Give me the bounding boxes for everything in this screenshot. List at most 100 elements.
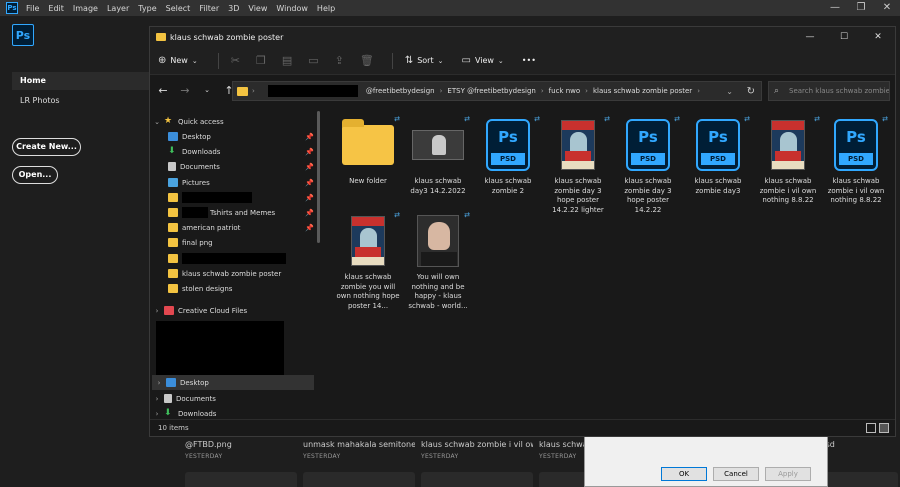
- nav-home[interactable]: Home: [12, 72, 150, 90]
- file-item[interactable]: Ps PSD ⇄ klaus schwab zombie i vil own not…: [824, 115, 888, 206]
- recent-name: klaus schwab zombie i vil own...: [421, 440, 533, 449]
- folder-icon: [168, 193, 178, 202]
- file-item[interactable]: ⇄ You will own nothing and be happy - kl…: [406, 211, 470, 311]
- open-button[interactable]: Open...: [12, 166, 58, 184]
- delete-icon[interactable]: 🗑: [360, 54, 374, 67]
- nav-stolen-designs[interactable]: stolen designs: [150, 281, 320, 296]
- rename-icon[interactable]: ▭: [308, 54, 318, 67]
- maximize-icon[interactable]: ☐: [827, 27, 861, 47]
- breadcrumb-item[interactable]: ETSY @freetibetbydesign: [447, 87, 535, 95]
- file-item[interactable]: Ps PSD ⇄ klaus schwab zombie day3: [686, 115, 751, 196]
- details-view-icon[interactable]: [866, 423, 876, 433]
- menu-type[interactable]: Type: [138, 4, 156, 13]
- nav-scrollbar[interactable]: [317, 111, 320, 243]
- file-item[interactable]: Ps PSD ⇄ klaus schwab zombie day 3 hope po…: [616, 115, 680, 215]
- ps-window-controls: — ❐ ✕: [822, 0, 900, 16]
- recent-thumbnail[interactable]: [185, 472, 297, 487]
- nav-desktop-2[interactable]: › Desktop: [152, 375, 314, 390]
- menu-view[interactable]: View: [248, 4, 267, 13]
- close-icon[interactable]: ✕: [874, 0, 900, 16]
- refresh-icon[interactable]: ↻: [747, 86, 755, 97]
- address-row: ← → ⌄ ↑ › @freetibetbydesign › ETSY @fre…: [150, 75, 895, 105]
- menu-help[interactable]: Help: [317, 4, 335, 13]
- new-button[interactable]: ⊕ New ⌄: [158, 55, 202, 66]
- create-new-button[interactable]: Create New...: [12, 138, 81, 156]
- minimize-icon[interactable]: —: [793, 27, 827, 47]
- view-button[interactable]: ▭ View ⌄: [461, 55, 507, 66]
- image-thumbnail: [412, 130, 464, 160]
- file-item[interactable]: ⇄ klaus schwab zombie day 3 hope poster …: [546, 115, 610, 215]
- chevron-right-icon[interactable]: ›: [150, 410, 164, 418]
- menu-3d[interactable]: 3D: [228, 4, 239, 13]
- sync-icon: ⇄: [674, 115, 680, 123]
- nav-documents[interactable]: Documents 📌: [150, 159, 320, 174]
- file-item[interactable]: ⇄ klaus schwab zombie you will own nothi…: [336, 211, 400, 311]
- recent-item[interactable]: klaus schwab zombie i vil own... YESTERD…: [421, 440, 533, 460]
- chevron-down-icon: ⌄: [437, 56, 444, 65]
- menu-select[interactable]: Select: [166, 4, 191, 13]
- menu-file[interactable]: File: [26, 4, 39, 13]
- search-input[interactable]: ⌕ Search klaus schwab zombie ...: [768, 81, 890, 101]
- recent-thumbnail[interactable]: [421, 472, 533, 487]
- breadcrumb-item[interactable]: klaus schwab zombie poster: [593, 87, 692, 95]
- menu-image[interactable]: Image: [73, 4, 98, 13]
- menu-filter[interactable]: Filter: [199, 4, 219, 13]
- nav-redacted-folder[interactable]: [150, 251, 320, 266]
- nav-documents-2[interactable]: › Documents: [150, 391, 320, 406]
- nav-creative-cloud[interactable]: › Creative Cloud Files: [150, 303, 320, 318]
- chevron-right-icon[interactable]: ›: [150, 395, 164, 403]
- menu-layer[interactable]: Layer: [107, 4, 129, 13]
- nav-quick-access[interactable]: ⌄ ★ Quick access: [150, 114, 320, 129]
- apply-button[interactable]: Apply: [765, 467, 811, 481]
- chevron-down-icon[interactable]: ⌄: [150, 118, 164, 126]
- address-dropdown-icon[interactable]: ⌄: [726, 87, 733, 96]
- recent-item[interactable]: unmask mahakala semitone s... YESTERDAY: [303, 440, 415, 460]
- recent-locations-chevron-icon[interactable]: ⌄: [196, 86, 218, 94]
- file-item[interactable]: Ps PSD ⇄ klaus schwab zombie 2: [476, 115, 541, 196]
- menu-edit[interactable]: Edit: [48, 4, 64, 13]
- ok-button[interactable]: OK: [661, 467, 707, 481]
- nav-downloads[interactable]: ⬇ Downloads 📌: [150, 144, 320, 159]
- nav-label: Desktop: [180, 378, 209, 387]
- chevron-right-icon: ›: [585, 87, 588, 95]
- nav-lr-photos[interactable]: LR Photos: [20, 96, 60, 105]
- file-item[interactable]: ⇄ New folder: [336, 115, 400, 187]
- recent-item[interactable]: @FTBD.png YESTERDAY: [185, 440, 297, 460]
- share-icon[interactable]: ⇪: [335, 54, 344, 67]
- sort-button[interactable]: ⇅ Sort ⌄: [405, 55, 448, 66]
- menu-window[interactable]: Window: [276, 4, 308, 13]
- close-icon[interactable]: ✕: [861, 27, 895, 47]
- cancel-button[interactable]: Cancel: [713, 467, 759, 481]
- sync-icon: ⇄: [464, 115, 470, 123]
- folder-icon: [168, 284, 178, 293]
- nav-tshirts[interactable]: Tshirts and Memes 📌: [150, 205, 320, 220]
- nav-redacted-folder[interactable]: 📌: [150, 190, 320, 205]
- restore-icon[interactable]: ❐: [848, 0, 874, 16]
- chevron-right-icon[interactable]: ›: [150, 307, 164, 315]
- cut-icon[interactable]: ✂: [231, 54, 240, 67]
- nav-american-patriot[interactable]: american patriot 📌: [150, 220, 320, 235]
- download-icon: ⬇: [164, 408, 172, 418]
- sort-label: Sort: [417, 56, 434, 65]
- recent-thumbnail[interactable]: [303, 472, 415, 487]
- nav-poster-folder[interactable]: klaus schwab zombie poster: [150, 266, 320, 281]
- nav-desktop[interactable]: Desktop 📌: [150, 129, 320, 144]
- more-options-button[interactable]: •••: [522, 56, 536, 65]
- nav-final-png[interactable]: final png: [150, 235, 320, 250]
- minimize-icon[interactable]: —: [822, 0, 848, 16]
- file-item[interactable]: ⇄ klaus schwab zombie i vil own nothing …: [756, 115, 820, 206]
- breadcrumb-item[interactable]: fuck nwo: [549, 87, 580, 95]
- file-name: klaus schwab zombie i vil own nothing 8.…: [759, 177, 817, 204]
- back-arrow-icon[interactable]: ←: [152, 84, 174, 97]
- chevron-right-icon[interactable]: ›: [152, 379, 166, 387]
- file-item[interactable]: ⇄ klaus schwab day3 14.2.2022: [406, 115, 470, 196]
- forward-arrow-icon[interactable]: →: [174, 84, 196, 97]
- copy-icon[interactable]: ❐: [256, 54, 266, 67]
- recent-thumbnail[interactable]: [818, 472, 898, 487]
- paste-icon[interactable]: ▤: [282, 54, 292, 67]
- large-icons-view-icon[interactable]: [879, 423, 889, 433]
- nav-pictures[interactable]: Pictures 📌: [150, 175, 320, 190]
- address-bar[interactable]: › @freetibetbydesign › ETSY @freetibetby…: [232, 81, 762, 101]
- breadcrumb-item[interactable]: @freetibetbydesign: [366, 87, 435, 95]
- sync-icon: ⇄: [464, 211, 470, 219]
